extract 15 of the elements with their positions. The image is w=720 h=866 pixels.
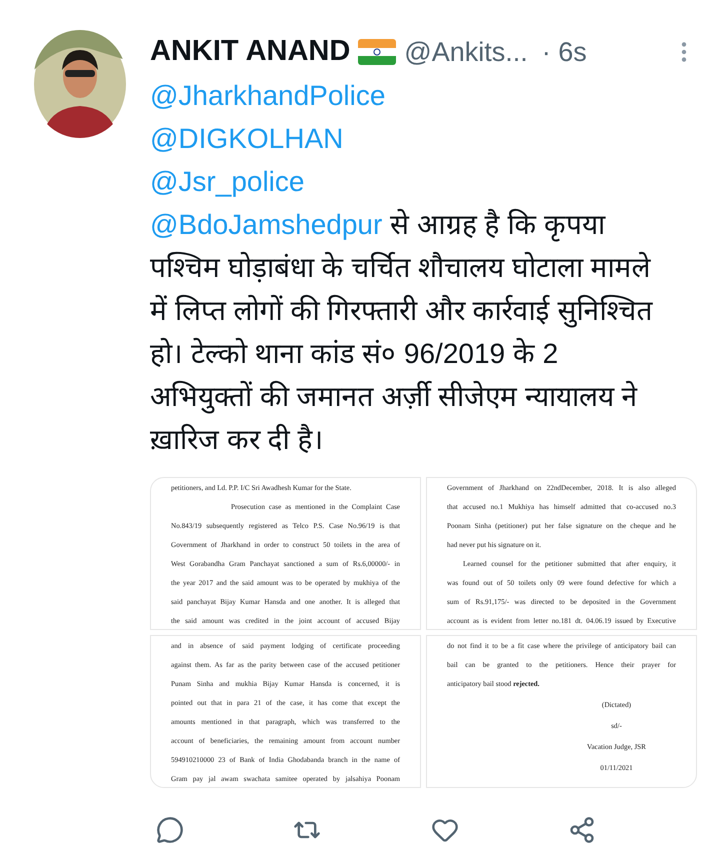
mention-link[interactable]: @DIGKOLHAN [150, 117, 344, 160]
document-image[interactable] [150, 477, 421, 630]
share-icon[interactable] [568, 816, 596, 844]
mention-link[interactable]: @BdoJamshedpur [150, 209, 382, 240]
author-name[interactable]: ANKIT ANAND [150, 30, 350, 74]
mention-link[interactable]: @JharkhandPolice [150, 74, 386, 117]
author-handle[interactable]: @Ankits... [404, 32, 528, 72]
reply-icon[interactable] [156, 816, 184, 844]
tweet-text: @BdoJamshedpur से आग्रह है कि कृपया पश्चिम घोड़ाबंधा के चर्चित शौचालय घोटाला मामले में लिप्त लोगों की गिरफ्तारी और कार्रवाई सुनिश्चित हो। टेल्को थाना कांड सं० 96/2019 के 2 अभियुक्तों की जमानत अर्ज़ी सीजेएम न्यायालय ने ख़ारिज कर दी है। [150, 208, 654, 457]
document-image[interactable] [426, 477, 697, 630]
timestamp[interactable]: · 6s [542, 32, 587, 72]
flag-icon [358, 39, 396, 65]
document-image[interactable] [150, 635, 421, 788]
avatar[interactable] [34, 30, 126, 138]
mention-link[interactable]: @Jsr_police [150, 160, 304, 203]
